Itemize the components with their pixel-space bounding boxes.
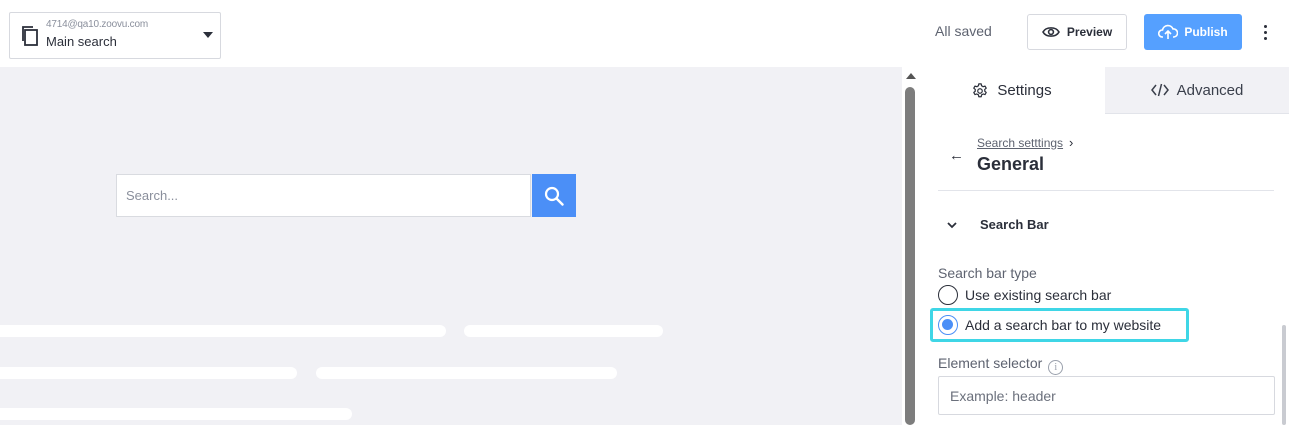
tab-settings-label: Settings	[997, 82, 1052, 99]
skeleton-line	[0, 367, 297, 379]
save-status: All saved	[935, 23, 992, 39]
radio-label: Use existing search bar	[965, 287, 1112, 303]
project-name: Main search	[46, 34, 117, 49]
copy-icon	[22, 26, 38, 46]
radio-button-selected[interactable]	[938, 315, 958, 335]
breadcrumb-link[interactable]: Search setttings	[977, 136, 1063, 150]
back-arrow-icon[interactable]: ←	[949, 147, 964, 164]
preview-search-button[interactable]	[532, 174, 576, 217]
cloud-upload-icon	[1158, 24, 1179, 39]
radio-label: Add a search bar to my website	[965, 317, 1162, 333]
top-bar: 4714@qa10.zoovu.com Main search All save…	[0, 0, 1289, 67]
preview-search-bar	[116, 174, 576, 217]
scrollbar-thumb[interactable]	[905, 87, 915, 425]
search-bar-type-label: Search bar type	[938, 265, 1037, 281]
radio-button[interactable]	[938, 285, 958, 305]
preview-button-label: Preview	[1066, 25, 1113, 39]
section-toggle-search-bar[interactable]: Search Bar	[946, 217, 1049, 232]
element-selector-label-text: Element selector	[938, 355, 1043, 371]
skeleton-line	[0, 325, 446, 337]
eye-icon	[1041, 27, 1060, 37]
caret-down-icon	[203, 32, 213, 38]
chevron-down-icon	[947, 221, 957, 228]
skeleton-line	[464, 325, 663, 337]
tab-advanced-label: Advanced	[1176, 81, 1244, 99]
settings-panel: Settings Advanced ← Search setttings › G…	[918, 67, 1289, 425]
skeleton-line	[0, 408, 352, 420]
more-options-icon[interactable]	[1256, 22, 1274, 42]
preview-canvas	[0, 67, 902, 425]
breadcrumb: Search setttings ›	[977, 135, 1073, 150]
publish-button-label: Publish	[1184, 25, 1228, 39]
divider	[938, 190, 1274, 191]
preview-button[interactable]: Preview	[1027, 14, 1127, 50]
project-selector[interactable]: 4714@qa10.zoovu.com Main search	[9, 12, 221, 59]
skeleton-line	[316, 367, 617, 379]
element-selector-input[interactable]	[938, 376, 1275, 415]
radio-add-search-bar[interactable]: Add a search bar to my website	[938, 315, 1161, 335]
section-title: Search Bar	[980, 217, 1049, 232]
code-icon	[1150, 83, 1169, 97]
preview-search-input[interactable]	[116, 174, 531, 217]
search-icon	[544, 186, 564, 206]
element-selector-label: Element selector i	[938, 355, 1064, 375]
gear-icon	[973, 82, 988, 97]
preview-scrollbar[interactable]	[902, 67, 918, 425]
scroll-up-icon[interactable]	[906, 73, 916, 79]
chevron-right-icon: ›	[1069, 135, 1074, 150]
radio-use-existing[interactable]: Use existing search bar	[938, 285, 1111, 305]
project-email: 4714@qa10.zoovu.com	[46, 19, 148, 30]
publish-button[interactable]: Publish	[1144, 14, 1242, 50]
panel-scrollbar[interactable]	[1282, 325, 1286, 425]
page-title: General	[977, 154, 1045, 174]
tab-settings[interactable]: Settings	[918, 67, 1105, 114]
info-icon[interactable]: i	[1048, 360, 1064, 375]
tab-advanced[interactable]: Advanced	[1105, 67, 1289, 114]
